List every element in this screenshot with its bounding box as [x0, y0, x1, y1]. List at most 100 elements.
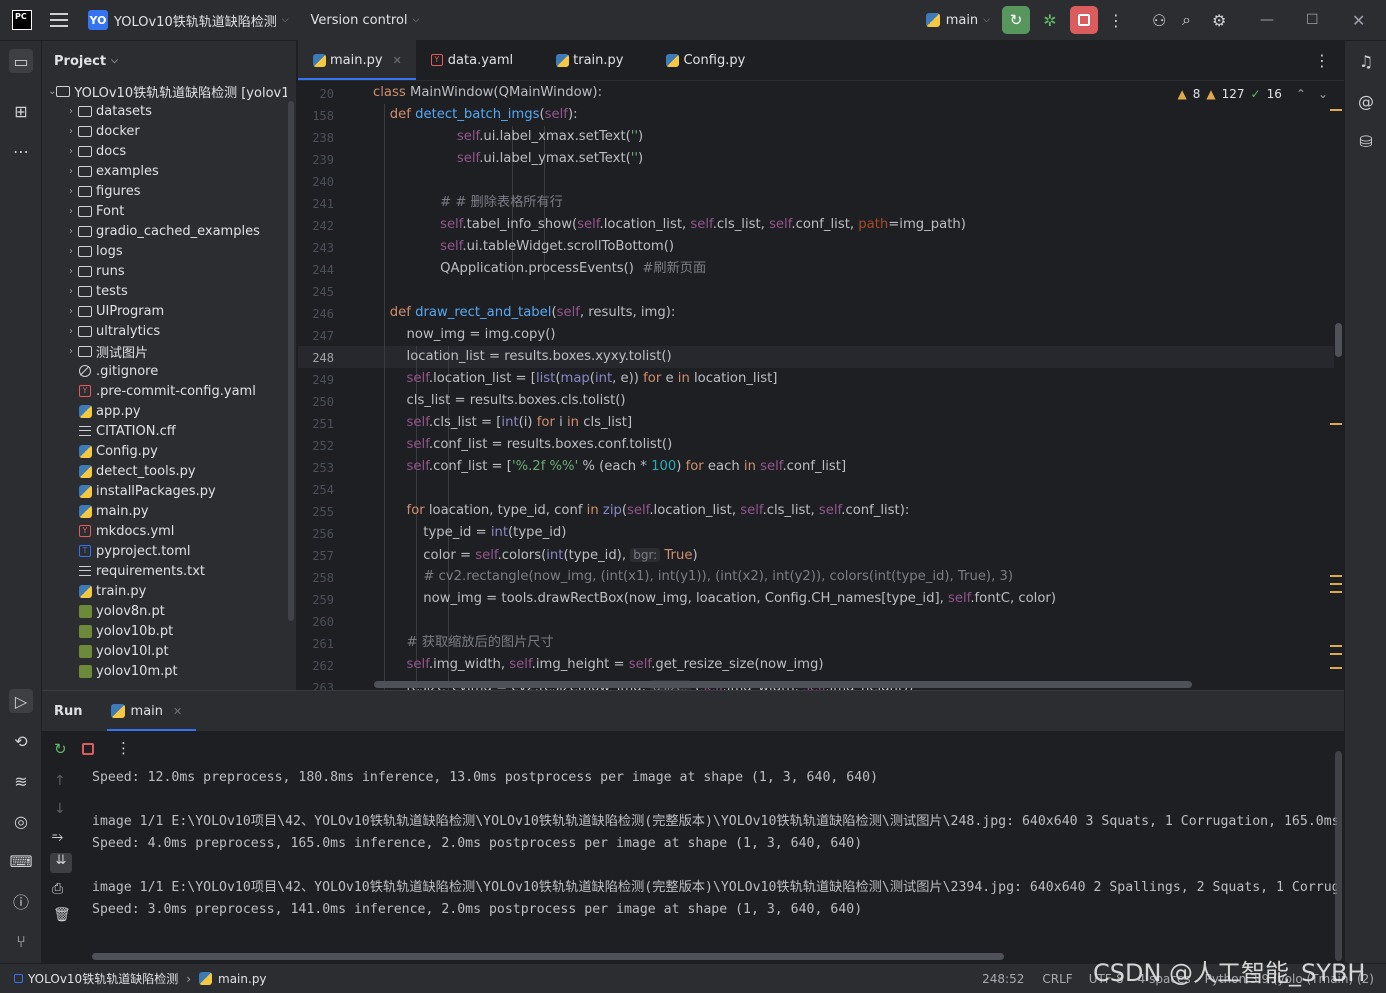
more-tools-icon[interactable]: ⋯ — [9, 139, 33, 163]
tree-item[interactable]: installPackages.py — [42, 481, 287, 501]
tree-item-label: mkdocs.yml — [96, 523, 175, 539]
tree-item[interactable]: yolov10b.pt — [42, 621, 287, 641]
debug-icon[interactable]: ✲ — [1036, 6, 1064, 34]
arrow-up-icon[interactable]: ↑ — [54, 773, 66, 789]
tab-more-icon[interactable]: ⋮ — [1314, 51, 1330, 70]
problems-icon[interactable]: ⓘ — [9, 889, 33, 913]
more-icon[interactable]: ⋮ — [116, 739, 131, 757]
breadcrumb-project[interactable]: YOLOv10铁轨轨道缺陷检测 — [28, 970, 178, 987]
tree-item[interactable]: Ymkdocs.yml — [42, 521, 287, 541]
tree-item[interactable]: › UIProgram — [42, 301, 287, 321]
tree-root[interactable]: ⌄ YOLOv10铁轨轨道缺陷检测 [yolov10- — [42, 81, 287, 101]
add-user-icon[interactable]: ⚇ — [1152, 11, 1174, 30]
more-icon[interactable]: ⋮ — [1106, 11, 1126, 30]
yaml-file-icon: Y — [78, 385, 92, 397]
tree-item[interactable]: yolov10m.pt — [42, 661, 287, 681]
ai-assistant-icon[interactable]: @ — [1354, 89, 1378, 113]
editor-tab[interactable]: Ydata.yaml — [416, 40, 527, 80]
project-panel-header[interactable]: Project ⌵ — [42, 41, 296, 81]
line-separator[interactable]: CRLF — [1042, 972, 1072, 986]
editor-horizontal-scrollbar[interactable] — [374, 681, 1192, 688]
layers-icon[interactable]: ≋ — [9, 769, 33, 793]
print-icon[interactable]: ⎙ — [52, 881, 63, 897]
tree-item-label: CITATION.cff — [96, 423, 176, 439]
run-tab-label: main — [130, 703, 164, 719]
arrow-down-icon[interactable]: ↓ — [54, 801, 66, 817]
run-tab-main[interactable]: main ✕ — [106, 691, 197, 731]
tree-item[interactable]: › figures — [42, 181, 287, 201]
structure-icon[interactable]: ⊞ — [9, 99, 33, 123]
project-scrollbar[interactable] — [288, 101, 294, 621]
services-icon[interactable]: ◎ — [9, 809, 33, 833]
rerun-button[interactable]: ↻ — [1002, 6, 1030, 34]
minimize-icon[interactable]: — — [1260, 12, 1280, 28]
tree-item[interactable]: Tpyproject.toml — [42, 541, 287, 561]
editor-vertical-scrollbar[interactable] — [1335, 323, 1342, 357]
project-switcher[interactable]: YOLOv10铁轨轨道缺陷检测 ⌵ — [114, 11, 289, 30]
trash-icon[interactable]: 🗑 — [53, 907, 71, 923]
chevron-down-icon[interactable]: ⌄ — [1318, 87, 1328, 101]
editor-tab[interactable]: train.py — [541, 40, 637, 80]
console-vertical-scrollbar[interactable] — [1335, 751, 1342, 961]
console-output[interactable]: Speed: 12.0ms preprocess, 180.8ms infere… — [92, 767, 1337, 947]
soft-wrap-icon[interactable]: ⥱ — [52, 829, 63, 845]
scroll-to-end-icon[interactable]: ⇊ — [50, 853, 72, 873]
main-menu-icon[interactable] — [50, 13, 68, 27]
tree-item[interactable]: › docs — [42, 141, 287, 161]
tree-item[interactable]: › 测试图片 — [42, 341, 287, 361]
maximize-icon[interactable]: ☐ — [1306, 12, 1326, 28]
python-console-icon[interactable]: ⟲ — [9, 729, 33, 753]
code-area[interactable]: class MainWindow(QMainWindow): def detec… — [373, 82, 1333, 690]
tree-item[interactable]: › examples — [42, 161, 287, 181]
tree-item[interactable]: › datasets — [42, 101, 287, 121]
tree-item[interactable]: › gradio_cached_examples — [42, 221, 287, 241]
stop-icon[interactable] — [82, 743, 94, 755]
tree-item[interactable]: .gitignore — [42, 361, 287, 381]
search-icon[interactable]: ⌕ — [1182, 10, 1204, 30]
notifications-bell-icon[interactable]: ♫ — [1354, 49, 1378, 73]
caret-position[interactable]: 248:52 — [982, 972, 1024, 986]
tree-item[interactable]: Config.py — [42, 441, 287, 461]
close-tab-icon[interactable]: ✕ — [173, 705, 182, 718]
tree-item[interactable]: yolov10l.pt — [42, 641, 287, 661]
run-config-selector[interactable]: main ⌵ — [925, 13, 990, 28]
line-number: 248 — [312, 351, 334, 365]
inspection-widget[interactable]: ▲ 8 ▲ 127 ✓ 16 ⌃ ⌄ — [1178, 87, 1328, 101]
tree-item[interactable]: › tests — [42, 281, 287, 301]
tree-item[interactable]: app.py — [42, 401, 287, 421]
rerun-icon[interactable]: ↻ — [54, 740, 67, 758]
run-tool-icon[interactable]: ▷ — [9, 689, 33, 713]
line-number: 259 — [312, 593, 334, 607]
breadcrumb-file[interactable]: main.py — [218, 972, 267, 986]
line-number: 245 — [312, 285, 334, 299]
project-badge[interactable]: YO — [88, 10, 108, 30]
close-tab-icon[interactable]: ✕ — [393, 54, 402, 67]
tree-item[interactable]: › runs — [42, 261, 287, 281]
tree-item[interactable]: train.py — [42, 581, 287, 601]
project-panel-title: Project — [54, 53, 107, 69]
editor-tab[interactable]: Config.py — [651, 40, 759, 80]
python-file-icon — [312, 53, 326, 67]
tree-item[interactable]: › ultralytics — [42, 321, 287, 341]
settings-gear-icon[interactable]: ⚙ — [1212, 11, 1234, 30]
chevron-up-icon[interactable]: ⌃ — [1296, 87, 1306, 101]
git-icon[interactable]: ⑂ — [9, 929, 33, 953]
tree-item[interactable]: detect_tools.py — [42, 461, 287, 481]
tree-item[interactable]: requirements.txt — [42, 561, 287, 581]
console-horizontal-scrollbar[interactable] — [92, 953, 1004, 960]
database-icon[interactable]: ⛁ — [1354, 129, 1378, 153]
tree-item[interactable]: CITATION.cff — [42, 421, 287, 441]
stop-button[interactable] — [1070, 6, 1098, 34]
tree-item[interactable]: main.py — [42, 501, 287, 521]
close-icon[interactable]: ✕ — [1352, 11, 1372, 30]
tree-item[interactable]: › docker — [42, 121, 287, 141]
project-folder-icon[interactable]: ▭ — [9, 49, 33, 73]
tree-item[interactable]: yolov8n.pt — [42, 601, 287, 621]
tree-item[interactable]: › logs — [42, 241, 287, 261]
tree-item[interactable]: › Font — [42, 201, 287, 221]
tree-item[interactable]: Y .pre-commit-config.yaml — [42, 381, 287, 401]
editor-tab[interactable]: main.py ✕ — [298, 40, 416, 80]
version-control-menu[interactable]: Version control ⌵ — [311, 13, 420, 28]
terminal-icon[interactable]: ⌨ — [9, 849, 33, 873]
